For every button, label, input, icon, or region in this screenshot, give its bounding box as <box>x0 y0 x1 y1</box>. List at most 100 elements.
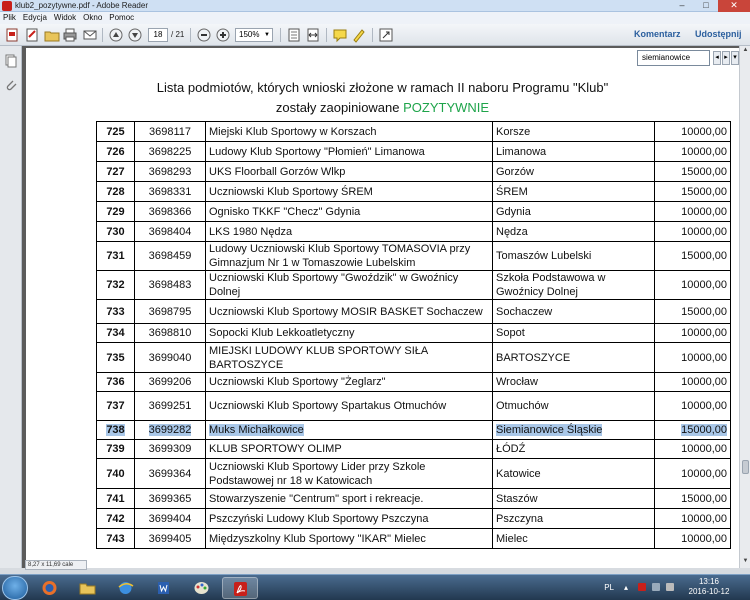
cell-application-number: 3699405 <box>134 528 206 549</box>
amount-text: 10000,00 <box>681 400 727 412</box>
cell-row-number: 733 <box>96 299 135 324</box>
cell-amount: 15000,00 <box>654 181 731 202</box>
cell-amount: 10000,00 <box>654 221 731 242</box>
zoom-out-icon[interactable] <box>196 27 212 43</box>
find-options-button[interactable]: ▾ <box>731 51 739 65</box>
cell-city: Gorzów <box>492 161 655 182</box>
menu-edycja[interactable]: Edycja <box>23 12 47 24</box>
taskbar-paint[interactable] <box>184 577 220 599</box>
cell-row-number: 727 <box>96 161 135 182</box>
vertical-scrollbar[interactable]: ▲ ▼ <box>739 46 750 568</box>
volume-icon[interactable] <box>666 583 674 591</box>
row-number-text: 743 <box>106 532 125 545</box>
cell-row-number: 735 <box>96 342 135 373</box>
row-number-text: 739 <box>106 443 125 455</box>
table-row: 736 3699206 Uczniowski Klub Sportowy "Żegl… <box>96 372 731 392</box>
cell-application-number: 3699364 <box>134 458 206 489</box>
cell-amount: 15000,00 <box>654 420 731 440</box>
menu-widok[interactable]: Widok <box>54 12 76 24</box>
application-number-text: 3698795 <box>148 305 192 318</box>
attachment-icon[interactable] <box>4 78 18 92</box>
scroll-down-icon[interactable]: ▼ <box>741 558 750 567</box>
cell-club-name: Uczniowski Klub Sportowy MOSIR BASKET So… <box>205 299 493 324</box>
language-indicator[interactable]: PL <box>604 583 614 592</box>
close-button[interactable]: ✕ <box>718 0 750 12</box>
clock[interactable]: 13:16 2016-10-12 <box>684 577 734 597</box>
zoom-in-icon[interactable] <box>215 27 231 43</box>
club-name-text: Ognisko TKKF "Checz" Gdynia <box>209 205 361 218</box>
window-title: klub2_pozytywne.pdf - Adobe Reader <box>15 1 148 10</box>
find-next-button[interactable]: ▸ <box>722 51 730 65</box>
start-button[interactable] <box>2 576 28 600</box>
tray-arrow-icon[interactable]: ▴ <box>624 583 632 592</box>
club-name-text: Uczniowski Klub Sportowy "Żeglarz" <box>209 376 386 388</box>
row-number-text: 726 <box>106 145 125 158</box>
email-icon[interactable] <box>82 27 98 43</box>
city-text: Otmuchów <box>496 400 549 412</box>
row-number-text: 734 <box>106 327 125 339</box>
table-row: 743 3699405 Międzyszkolny Klub Sportowy "I… <box>96 528 731 549</box>
table-row: 741 3699365 Stowarzyszenie "Centrum" sport… <box>96 488 731 509</box>
cell-amount: 10000,00 <box>654 270 731 300</box>
open-folder-icon[interactable] <box>44 27 60 43</box>
table-row: 732 3698483 Uczniowski Klub Sportowy "Gwoź… <box>96 270 731 300</box>
cell-amount: 10000,00 <box>654 528 731 549</box>
cell-city: Korsze <box>492 121 655 142</box>
cell-row-number: 739 <box>96 439 135 459</box>
menu-okno[interactable]: Okno <box>83 12 102 24</box>
highlight-icon[interactable] <box>351 27 367 43</box>
cell-application-number: 3698810 <box>134 323 206 343</box>
club-name-text: Stowarzyszenie "Centrum" sport i rekreac… <box>209 492 424 505</box>
taskbar-adobe-reader[interactable] <box>222 577 258 599</box>
amount-text: 10000,00 <box>681 532 727 545</box>
menu-bar: Plik Edycja Widok Okno Pomoc <box>0 12 750 24</box>
page-total: / 21 <box>171 30 185 39</box>
cell-application-number: 3698459 <box>134 241 206 271</box>
title-bar: klub2_pozytywne.pdf - Adobe Reader – □ ✕ <box>0 0 750 12</box>
fit-width-icon[interactable] <box>305 27 321 43</box>
taskbar-firefox[interactable] <box>32 577 68 599</box>
minimize-button[interactable]: – <box>670 0 694 12</box>
cell-application-number: 3699365 <box>134 488 206 509</box>
menu-plik[interactable]: Plik <box>3 12 16 24</box>
menu-pomoc[interactable]: Pomoc <box>109 12 134 24</box>
maximize-button[interactable]: □ <box>694 0 718 12</box>
city-text: ŚREM <box>496 185 528 198</box>
row-number-text: 742 <box>106 512 125 525</box>
cell-application-number: 3698225 <box>134 141 206 162</box>
amount-text: 15000,00 <box>681 250 727 262</box>
table-row: 734 3698810 Sopocki Klub Lekkoatletyczny So… <box>96 323 731 343</box>
scroll-up-icon[interactable]: ▲ <box>741 47 750 56</box>
cell-application-number: 3698117 <box>134 121 206 142</box>
taskbar-explorer[interactable] <box>70 577 106 599</box>
club-name-text: Muks Michałkowice <box>209 424 304 436</box>
cell-club-name: Uczniowski Klub Sportowy Lider przy Szko… <box>205 458 493 489</box>
club-name-text: Uczniowski Klub Sportowy Lider przy Szko… <box>209 460 426 487</box>
amount-text: 10000,00 <box>681 205 727 218</box>
edit-pdf-icon[interactable] <box>24 27 40 43</box>
previous-page-icon[interactable] <box>108 27 124 43</box>
cell-application-number: 3699404 <box>134 508 206 529</box>
next-page-icon[interactable] <box>127 27 143 43</box>
print-icon[interactable] <box>62 27 78 43</box>
scroll-thumb[interactable] <box>742 460 749 474</box>
pages-icon[interactable] <box>4 54 18 68</box>
comment-button[interactable]: Komentarz <box>634 29 681 39</box>
create-pdf-icon[interactable] <box>4 27 20 43</box>
city-text: Mielec <box>496 532 528 545</box>
expand-icon[interactable] <box>378 27 394 43</box>
find-previous-button[interactable]: ◂ <box>713 51 721 65</box>
fit-page-icon[interactable] <box>286 27 302 43</box>
cell-amount: 10000,00 <box>654 439 731 459</box>
network-icon[interactable] <box>652 583 660 591</box>
taskbar-ie[interactable] <box>108 577 144 599</box>
taskbar-word[interactable] <box>146 577 182 599</box>
page-number-input[interactable]: 18 <box>148 28 168 42</box>
sticky-note-icon[interactable] <box>332 27 348 43</box>
zoom-select[interactable]: 150% ▼ <box>235 28 273 42</box>
club-name-text: Ludowy Klub Sportowy "Płomień" Limanowa <box>209 145 425 158</box>
tray-app-icon[interactable] <box>638 583 646 591</box>
find-input[interactable]: siemianowice <box>637 50 710 66</box>
share-button[interactable]: Udostępnij <box>695 29 742 39</box>
document-view[interactable]: Lista podmiotów, których wnioski złożone… <box>22 46 739 568</box>
